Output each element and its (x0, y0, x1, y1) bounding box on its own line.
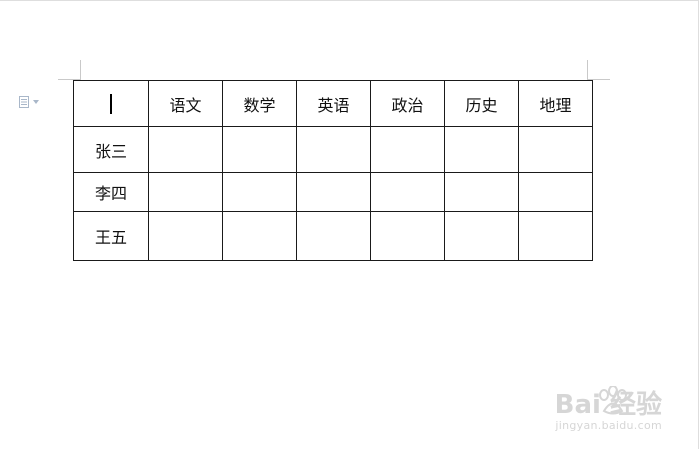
table-cell[interactable] (370, 126, 445, 173)
table-cell[interactable] (222, 172, 297, 212)
baidu-jingyan-watermark: Bai 经验 jingyan.baidu.com (555, 391, 662, 432)
table-cell[interactable] (296, 211, 371, 261)
score-table: 语文 数学 英语 政治 历史 地理 张三 李四 王五 (73, 80, 593, 261)
paste-options-widget[interactable] (19, 96, 45, 108)
table-row-label[interactable]: 李四 (73, 172, 149, 212)
table-cell[interactable] (148, 172, 223, 212)
table-cell[interactable] (444, 126, 519, 173)
table-cell[interactable] (518, 172, 593, 212)
table-cell[interactable] (296, 172, 371, 212)
table-header-row: 语文 数学 英语 政治 历史 地理 (73, 80, 593, 127)
table-cell[interactable] (444, 172, 519, 212)
table-cell[interactable] (148, 126, 223, 173)
chevron-down-icon (33, 100, 39, 104)
table-cell[interactable] (444, 211, 519, 261)
table-header-cell[interactable]: 数学 (222, 80, 297, 127)
table-header-cell[interactable]: 地理 (518, 80, 593, 127)
table-cell[interactable] (518, 126, 593, 173)
table-row-label[interactable]: 王五 (73, 211, 149, 261)
table-row: 李四 (73, 172, 593, 212)
table-header-cell[interactable]: 历史 (444, 80, 519, 127)
watermark-url: jingyan.baidu.com (555, 419, 662, 432)
table-cell[interactable] (148, 211, 223, 261)
table-cell[interactable] (296, 126, 371, 173)
table-row: 张三 (73, 126, 593, 173)
watermark-logo: Bai 经验 (554, 390, 662, 420)
paste-options-icon (19, 96, 30, 108)
table-cell[interactable] (370, 172, 445, 212)
crop-mark-top-left-vertical (80, 60, 81, 80)
table-row-label[interactable]: 张三 (73, 126, 149, 173)
crop-mark-top-right-vertical (587, 60, 588, 80)
table-cell[interactable] (370, 211, 445, 261)
table-header-cell[interactable]: 英语 (296, 80, 371, 127)
text-cursor (110, 93, 112, 114)
table-row: 王五 (73, 211, 593, 261)
table-corner-cell[interactable] (73, 80, 149, 127)
table-cell[interactable] (518, 211, 593, 261)
table-cell[interactable] (222, 211, 297, 261)
table-cell[interactable] (222, 126, 297, 173)
table-header-cell[interactable]: 政治 (370, 80, 445, 127)
table-header-cell[interactable]: 语文 (148, 80, 223, 127)
